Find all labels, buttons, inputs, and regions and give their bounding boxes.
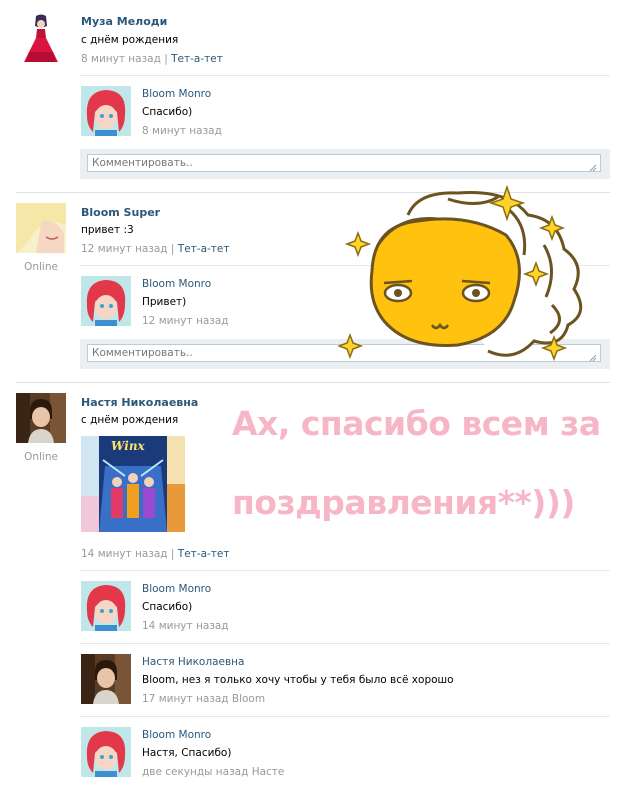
divider xyxy=(80,716,610,717)
avatar-nastya-nikolaevna[interactable] xyxy=(81,654,131,704)
reply-text: Привет) xyxy=(142,296,187,308)
avatar-bloom-monro[interactable] xyxy=(81,276,131,326)
resize-handle-icon[interactable] xyxy=(589,164,597,172)
online-status: Online xyxy=(24,261,58,273)
tete-a-tete-link[interactable]: Тет-а-тет xyxy=(178,243,230,255)
reply-author[interactable]: Настя Николаевна xyxy=(142,656,244,668)
avatar-bloom-monro[interactable] xyxy=(81,86,131,136)
post-text: с днём рождения xyxy=(81,414,179,426)
avatar-bloom-monro[interactable] xyxy=(81,581,131,631)
reply-author[interactable]: Bloom Monro xyxy=(142,88,211,100)
reply-time[interactable]: 14 минут назад xyxy=(142,620,229,632)
post-separator xyxy=(16,382,610,383)
reply-author[interactable]: Bloom Monro xyxy=(142,583,211,595)
overlay-thanks-line1: Ах, спасибо всем за xyxy=(232,404,601,443)
reply-time[interactable]: две секунды назад Насте xyxy=(142,766,284,778)
reply-author[interactable]: Bloom Monro xyxy=(142,278,211,290)
tete-a-tete-link[interactable]: Тет-а-тет xyxy=(178,548,230,560)
svg-text:Winx: Winx xyxy=(111,439,146,453)
post-time[interactable]: 12 минут назад xyxy=(81,243,168,255)
post-time[interactable]: 8 минут назад xyxy=(81,53,161,65)
reply-text: Bloom, нез я только хочу чтобы у тебя бы… xyxy=(142,674,454,686)
meta-separator: | xyxy=(170,548,178,560)
post-author[interactable]: Муза Мелоди xyxy=(81,15,167,28)
post-meta: 14 минут назад | Тет-а-тет xyxy=(81,548,230,560)
reply-time[interactable]: 12 минут назад xyxy=(142,315,229,327)
avatar-bloom-super[interactable] xyxy=(16,203,66,253)
post-text: привет :3 xyxy=(81,224,134,236)
comment-input[interactable]: Комментировать.. xyxy=(87,154,601,172)
winx-poster-image[interactable]: Winx xyxy=(81,436,185,532)
reply-time[interactable]: 17 минут назад Bloom xyxy=(142,693,265,705)
divider xyxy=(80,570,610,571)
meta-separator: | xyxy=(170,243,178,255)
avatar-bloom-monro[interactable] xyxy=(81,727,131,777)
reply-text: Спасибо) xyxy=(142,106,193,118)
post-meta: 8 минут назад | Тет-а-тет xyxy=(81,53,223,65)
post-text: с днём рождения xyxy=(81,34,179,46)
reply-text: Спасибо) xyxy=(142,601,193,613)
post-meta: 12 минут назад | Тет-а-тет xyxy=(81,243,230,255)
reply-text: Настя, Спасибо) xyxy=(142,747,232,759)
post-time[interactable]: 14 минут назад xyxy=(81,548,168,560)
overlay-thanks-line2: поздравления**))) xyxy=(232,483,576,522)
tete-a-tete-link[interactable]: Тет-а-тет xyxy=(171,53,223,65)
reply-author[interactable]: Bloom Monro xyxy=(142,729,211,741)
online-status: Online xyxy=(24,451,58,463)
post-author[interactable]: Настя Николаевна xyxy=(81,396,198,409)
divider xyxy=(80,643,610,644)
avatar-muza-melodi[interactable] xyxy=(16,12,66,62)
avatar-nastya-nikolaevna[interactable] xyxy=(16,393,66,443)
divider xyxy=(80,75,610,76)
yellow-face-sticker-icon xyxy=(338,185,583,362)
post-author[interactable]: Bloom Super xyxy=(81,206,160,219)
comment-box: Комментировать.. xyxy=(80,149,610,179)
reply-time[interactable]: 8 минут назад xyxy=(142,125,222,137)
